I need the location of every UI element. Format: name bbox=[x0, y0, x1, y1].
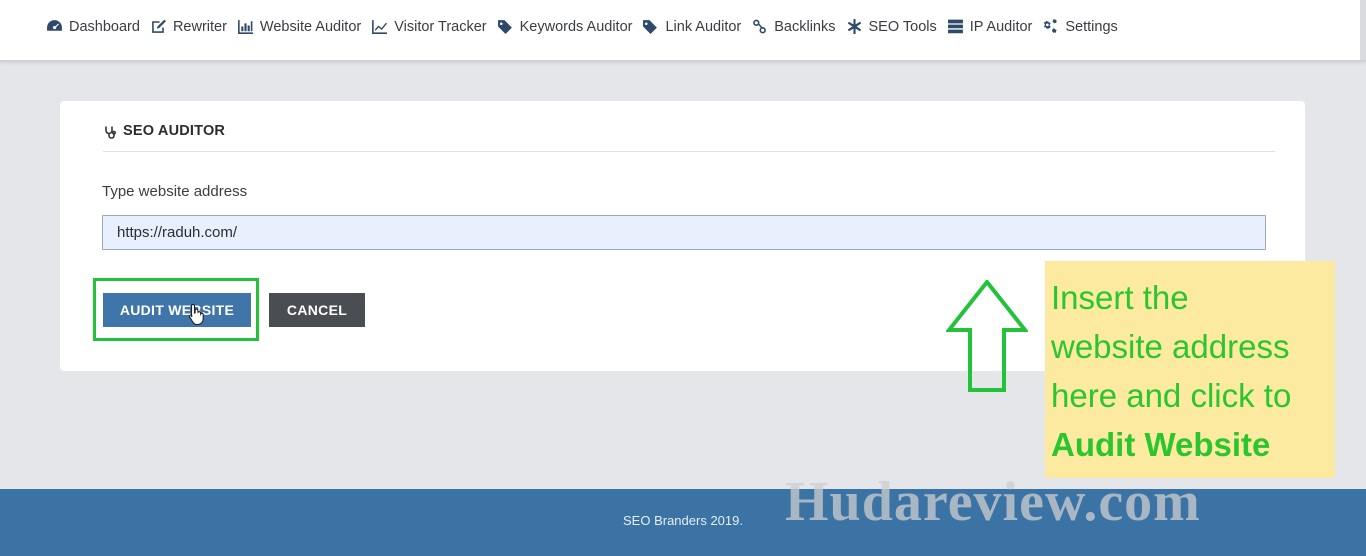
card-header: SEO AUDITOR bbox=[103, 123, 1275, 152]
scrollbar[interactable] bbox=[1360, 0, 1366, 60]
note-emphasis: Audit Website bbox=[1051, 426, 1271, 463]
up-arrow-icon bbox=[946, 280, 1028, 392]
website-address-input[interactable] bbox=[102, 215, 1266, 250]
asterisk-icon bbox=[847, 19, 861, 34]
nav-label: SEO Tools bbox=[868, 18, 937, 35]
nav-item-ip-auditor[interactable]: IP Auditor bbox=[947, 18, 1033, 35]
card-title: SEO AUDITOR bbox=[123, 123, 226, 139]
nav-item-dashboard[interactable]: Dashboard bbox=[46, 18, 140, 35]
server-icon bbox=[947, 19, 963, 34]
note-line: Insert the bbox=[1051, 279, 1189, 316]
note-line: here and click to bbox=[1051, 377, 1292, 414]
tag-icon bbox=[643, 20, 658, 34]
edit-icon bbox=[152, 19, 166, 33]
nav-item-keywords-auditor[interactable]: Keywords Auditor bbox=[497, 18, 633, 35]
nav-menu: Dashboard Rewriter Website Auditor Visit… bbox=[46, 18, 1128, 35]
nav-item-backlinks[interactable]: Backlinks bbox=[751, 18, 836, 35]
nav-item-website-auditor[interactable]: Website Auditor bbox=[237, 18, 361, 35]
nav-label: Website Auditor bbox=[259, 18, 362, 35]
nav-item-link-auditor[interactable]: Link Auditor bbox=[642, 18, 741, 35]
nav-label: Rewriter bbox=[172, 18, 227, 35]
nav-label: IP Auditor bbox=[969, 18, 1033, 35]
top-navigation: Dashboard Rewriter Website Auditor Visit… bbox=[0, 0, 1366, 62]
dashboard-icon bbox=[47, 20, 62, 31]
gears-icon bbox=[1044, 19, 1058, 33]
nav-item-seo-tools[interactable]: SEO Tools bbox=[846, 18, 937, 35]
audit-website-button[interactable]: AUDIT WEBSITE bbox=[103, 293, 251, 327]
nav-label: Dashboard bbox=[69, 18, 140, 35]
nav-item-rewriter[interactable]: Rewriter bbox=[150, 18, 227, 35]
nav-label: Settings bbox=[1065, 18, 1118, 35]
bar-chart-icon bbox=[237, 20, 253, 34]
hand-cursor-icon bbox=[188, 303, 204, 325]
stethoscope-icon bbox=[105, 126, 116, 139]
instruction-note: Insert the website address here and clic… bbox=[1045, 261, 1335, 478]
nav-item-settings[interactable]: Settings bbox=[1042, 18, 1118, 35]
nav-label: Link Auditor bbox=[665, 18, 742, 35]
nav-label: Visitor Tracker bbox=[394, 18, 487, 35]
watermark: Hudareview.com bbox=[785, 471, 1201, 533]
nav-label: Keywords Auditor bbox=[519, 18, 633, 35]
line-chart-icon bbox=[372, 20, 388, 34]
website-address-label: Type website address bbox=[102, 183, 248, 200]
link-icon bbox=[753, 19, 767, 34]
cancel-button[interactable]: CANCEL bbox=[269, 293, 365, 327]
tags-icon bbox=[497, 20, 512, 34]
nav-label: Backlinks bbox=[774, 18, 836, 35]
note-line: website address bbox=[1051, 328, 1290, 365]
nav-item-visitor-tracker[interactable]: Visitor Tracker bbox=[371, 18, 487, 35]
